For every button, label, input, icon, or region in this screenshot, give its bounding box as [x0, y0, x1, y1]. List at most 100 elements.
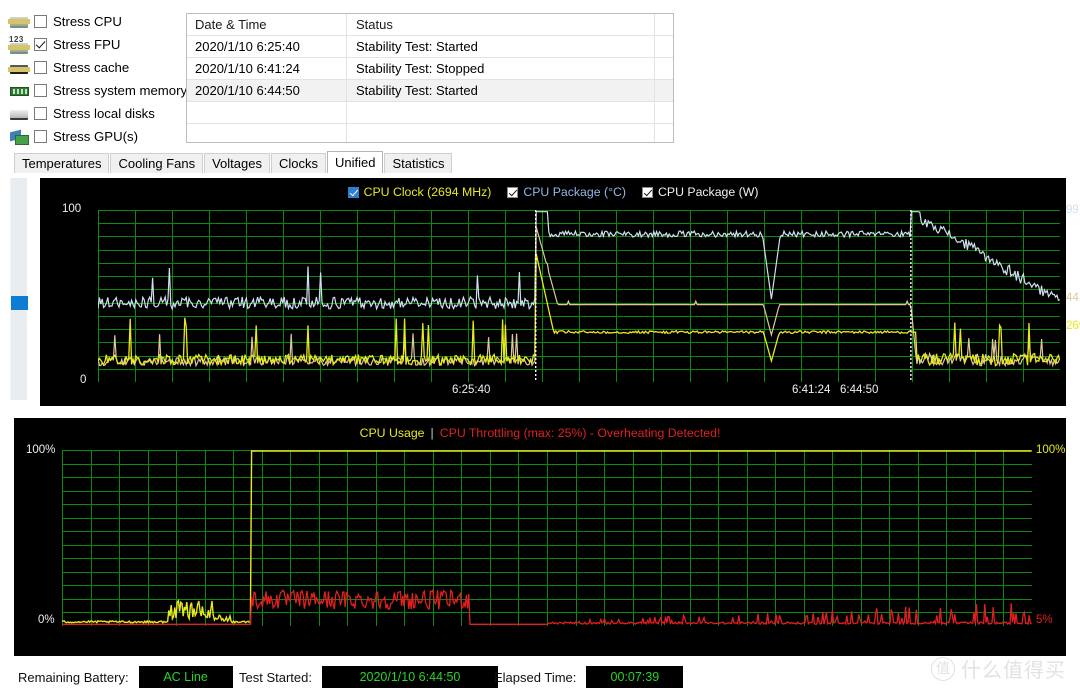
tab-cooling-fans[interactable]: Cooling Fans — [110, 153, 204, 173]
cell-spacer — [655, 58, 673, 79]
legend-checkbox-cpu-package-temp[interactable] — [507, 186, 519, 198]
stress-disks-label: Stress local disks — [53, 106, 155, 121]
tab-voltages[interactable]: Voltages — [204, 153, 270, 173]
cpu-usage-chart-panel: CPU Usage | CPU Throttling (max: 25%) - Ov… — [14, 418, 1066, 656]
scrollbar-thumb[interactable] — [11, 296, 28, 310]
chart-tab-bar: Temperatures Cooling Fans Voltages Clock… — [14, 151, 453, 173]
test-started-value: 2020/1/10 6:44:50 — [321, 666, 498, 688]
unified-chart-plot — [98, 210, 1060, 382]
fpu-chip-icon: 123 — [8, 35, 30, 54]
stress-disks-checkbox[interactable] — [34, 107, 47, 120]
remaining-battery-label: Remaining Battery: — [18, 669, 129, 685]
legend-item-cpu-package-watt[interactable]: CPU Package (W) — [641, 185, 759, 199]
table-row[interactable]: 2020/1/10 6:44:50 Stability Test: Starte… — [187, 80, 673, 102]
table-row[interactable] — [187, 124, 673, 142]
legend-label-cpu-clock: CPU Clock (2694 MHz) — [363, 185, 492, 199]
table-row[interactable]: 2020/1/10 6:25:40 Stability Test: Starte… — [187, 36, 673, 58]
event-log-table[interactable]: Date & Time Status 2020/1/10 6:25:40 Sta… — [186, 13, 674, 143]
title-cpu-usage: CPU Usage — [359, 426, 425, 440]
cell-spacer — [655, 102, 673, 123]
cell-datetime: 2020/1/10 6:25:40 — [187, 36, 347, 57]
cell-spacer — [655, 80, 673, 101]
stress-option-row[interactable]: Stress CPU — [8, 10, 188, 33]
cell-status — [347, 102, 655, 123]
chart1-xtick-3: 6:44:50 — [840, 384, 879, 396]
chart2-right-value-usage: 100% — [1036, 444, 1066, 456]
gpu-card-icon — [8, 128, 30, 146]
chart-vertical-scrollbar[interactable] — [10, 178, 28, 400]
legend-label-cpu-package-temp: CPU Package (°C) — [523, 185, 626, 199]
top-panel: Stress CPU 123 Stress FPU Stress cache S… — [0, 0, 1080, 150]
cell-datetime — [187, 124, 347, 142]
stress-option-row[interactable]: Stress cache — [8, 56, 188, 79]
chart1-xtick-1: 6:25:40 — [452, 384, 491, 396]
tab-temperatures[interactable]: Temperatures — [14, 153, 110, 173]
watermark: 值 什么值得买 — [931, 654, 1066, 683]
status-elapsed-time: Elapsed Time: 00:07:39 — [494, 666, 684, 688]
chart1-right-value-clock: 2694 — [1066, 320, 1080, 332]
legend-checkbox-cpu-clock[interactable] — [347, 186, 359, 198]
stress-memory-checkbox[interactable] — [34, 84, 47, 97]
cell-datetime: 2020/1/10 6:44:50 — [187, 80, 347, 101]
cache-chip-icon — [8, 59, 30, 77]
cpu-usage-chart-plot — [62, 450, 1032, 626]
stress-gpu-checkbox[interactable] — [34, 130, 47, 143]
chart2-ytick-bottom: 0% — [38, 614, 55, 626]
stress-cpu-label: Stress CPU — [53, 14, 122, 29]
watermark-logo-icon: 值 — [931, 656, 955, 681]
elapsed-time-label: Elapsed Time: — [494, 669, 577, 685]
test-started-label: Test Started: — [239, 669, 312, 685]
legend-checkbox-cpu-package-watt[interactable] — [641, 186, 653, 198]
stress-cache-label: Stress cache — [53, 60, 130, 75]
column-header-datetime: Date & Time — [187, 14, 347, 35]
unified-chart-legend: CPU Clock (2694 MHz) CPU Package (°C) CP… — [40, 185, 1066, 199]
tab-clocks[interactable]: Clocks — [270, 153, 326, 173]
status-remaining-battery: Remaining Battery: AC Line — [18, 666, 233, 688]
stress-fpu-checkbox[interactable] — [34, 38, 47, 51]
hard-disk-icon — [8, 105, 30, 123]
legend-label-cpu-package-watt: CPU Package (W) — [657, 185, 759, 199]
table-row[interactable]: 2020/1/10 6:41:24 Stability Test: Stoppe… — [187, 58, 673, 80]
chart1-right-value-temp: 99 — [1066, 204, 1079, 216]
table-row[interactable] — [187, 102, 673, 124]
cell-status: Stability Test: Started — [347, 80, 655, 101]
cell-status: Stability Test: Started — [347, 36, 655, 57]
unified-chart-panel: CPU Clock (2694 MHz) CPU Package (°C) CP… — [40, 178, 1080, 406]
chart1-ytick-bottom: 0 — [80, 374, 87, 386]
legend-item-cpu-clock[interactable]: CPU Clock (2694 MHz) — [347, 185, 492, 199]
status-test-started: Test Started: 2020/1/10 6:44:50 — [239, 666, 498, 688]
stress-option-row[interactable]: 123 Stress FPU — [8, 33, 188, 56]
stress-options-list: Stress CPU 123 Stress FPU Stress cache S… — [8, 10, 188, 148]
cell-status — [347, 124, 655, 142]
cell-spacer — [655, 124, 673, 142]
stress-memory-label: Stress system memory — [53, 83, 188, 98]
cell-spacer — [655, 36, 673, 57]
status-bar: Remaining Battery: AC Line Test Started:… — [0, 656, 1080, 697]
cell-datetime — [187, 102, 347, 123]
chart2-right-value-throttling: 5% — [1036, 614, 1053, 626]
remaining-battery-value: AC Line — [138, 666, 233, 688]
memory-module-icon — [8, 82, 30, 100]
stress-option-row[interactable]: Stress system memory — [8, 79, 188, 102]
watermark-text: 什么值得买 — [961, 658, 1066, 682]
column-header-spacer — [655, 14, 673, 35]
aida64-stability-test-window: Stress CPU 123 Stress FPU Stress cache S… — [0, 0, 1080, 697]
tab-unified[interactable]: Unified — [326, 151, 384, 173]
cpu-usage-chart-title: CPU Usage | CPU Throttling (max: 25%) - Ov… — [14, 426, 1066, 440]
stress-cache-checkbox[interactable] — [34, 61, 47, 74]
stress-option-row[interactable]: Stress local disks — [8, 102, 188, 125]
table-header-row: Date & Time Status — [187, 14, 673, 36]
title-separator: | — [430, 426, 434, 440]
stress-gpu-label: Stress GPU(s) — [53, 129, 138, 144]
chart2-ytick-top: 100% — [26, 444, 56, 456]
cpu-chip-icon — [8, 13, 30, 31]
chart1-ytick-top: 100 — [62, 203, 82, 215]
cell-datetime: 2020/1/10 6:41:24 — [187, 58, 347, 79]
title-cpu-throttling: CPU Throttling (max: 25%) - Overheating … — [439, 426, 721, 440]
stress-cpu-checkbox[interactable] — [34, 15, 47, 28]
tab-statistics[interactable]: Statistics — [384, 153, 453, 173]
stress-option-row[interactable]: Stress GPU(s) — [8, 125, 188, 148]
legend-item-cpu-package-temp[interactable]: CPU Package (°C) — [507, 185, 626, 199]
column-header-status: Status — [347, 14, 655, 35]
chart1-right-value-watt: 44.98 — [1066, 292, 1080, 304]
